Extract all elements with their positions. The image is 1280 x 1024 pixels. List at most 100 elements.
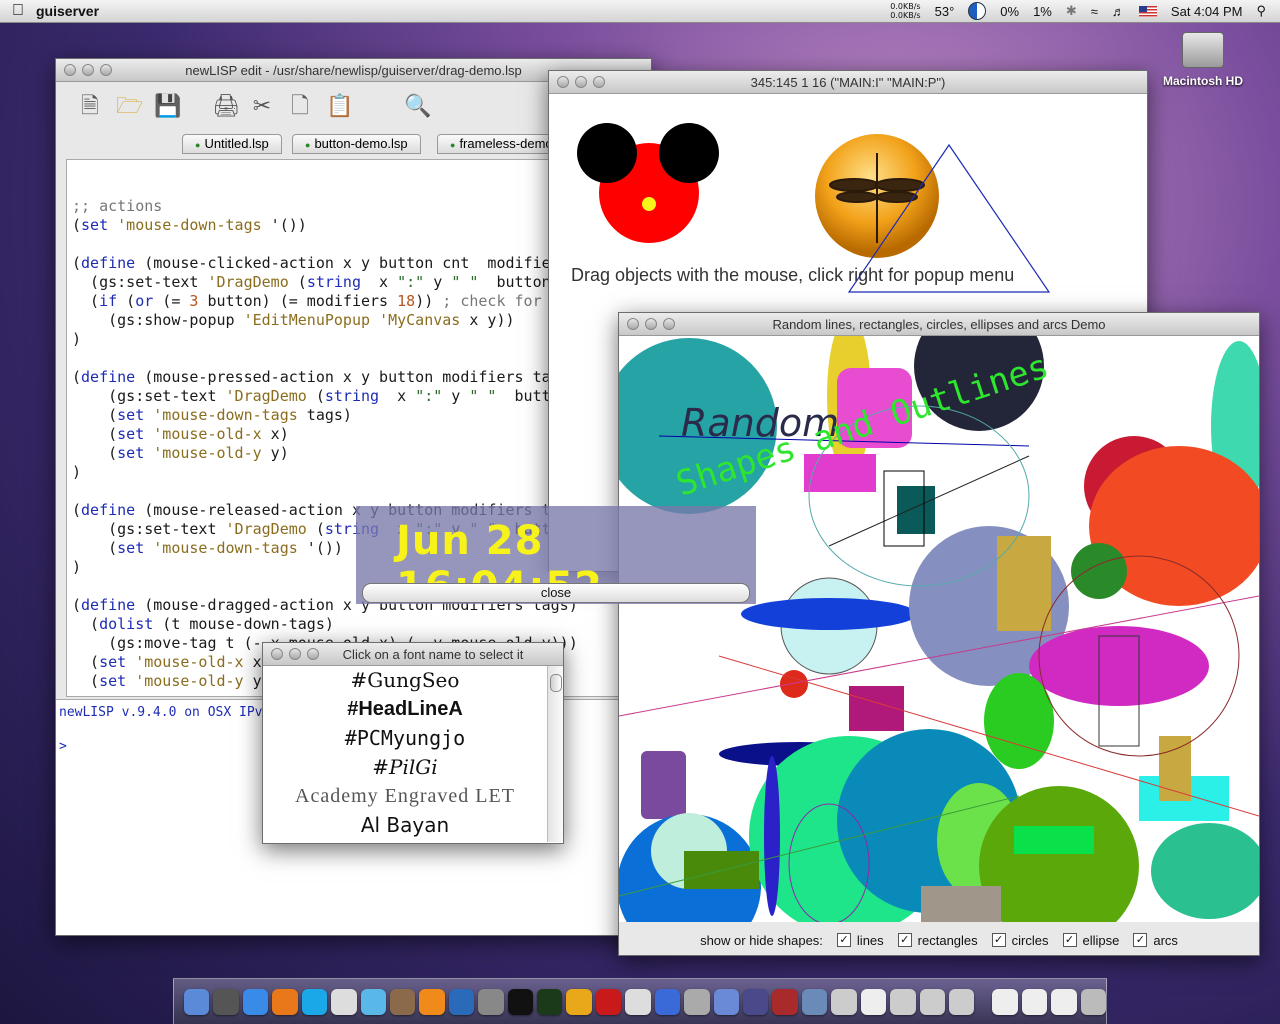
trash-icon[interactable] (1080, 988, 1107, 1015)
circles-label: circles (1011, 932, 1049, 948)
book-icon[interactable] (595, 988, 622, 1015)
minimize-icon[interactable] (289, 648, 301, 660)
safari-icon[interactable] (242, 988, 269, 1015)
font-list-item[interactable]: #GungSeo (263, 666, 547, 695)
apple-menu-icon[interactable]:  (0, 2, 36, 20)
tab-frameless-demo[interactable]: ● frameless-demo (437, 134, 566, 154)
app-icon[interactable] (743, 988, 769, 1015)
mouse-nose-shape[interactable] (642, 197, 656, 211)
downloads-stack-icon[interactable] (1021, 988, 1048, 1015)
save-icon[interactable]: 💾 (154, 92, 181, 120)
new-file-icon[interactable]: 🗎 (78, 92, 102, 120)
printer-icon-4[interactable] (948, 988, 975, 1015)
app-menu[interactable]: guiserver (36, 3, 99, 19)
tab-untitled[interactable]: ● Untitled.lsp (182, 134, 282, 154)
rectangles-label: rectangles (917, 932, 978, 948)
printer-icon-3[interactable] (919, 988, 945, 1015)
desktop-hd-icon[interactable]: Macintosh HD (1158, 32, 1248, 88)
arcs-checkbox[interactable]: ✓ (1133, 933, 1148, 947)
mouse-right-ear-shape[interactable] (659, 123, 719, 183)
font-list-item[interactable]: Academy Engraved LET (263, 782, 547, 811)
iphoto-icon[interactable] (389, 988, 416, 1015)
textedit-icon[interactable] (331, 988, 357, 1015)
minimize-icon[interactable] (575, 76, 587, 88)
font-chooser-titlebar[interactable]: Click on a font name to select it (263, 643, 563, 666)
zoom-icon[interactable] (100, 64, 112, 76)
menubar-clock[interactable]: Sat 4:04 PM (1171, 4, 1243, 19)
copy-icon[interactable]: 🗋 (288, 92, 312, 120)
tab-button-demo[interactable]: ● button-demo.lsp (292, 134, 421, 154)
itunes-icon[interactable] (360, 988, 386, 1015)
font-list[interactable]: #GungSeo #HeadLineA #PCMyungjo #PilGi Ac… (263, 666, 547, 842)
circles-checkbox[interactable]: ✓ (991, 933, 1006, 947)
x11-icon[interactable] (860, 988, 887, 1015)
zoom-icon[interactable] (663, 318, 675, 330)
spotlight-icon[interactable]: ⚲ (1256, 3, 1266, 19)
volume-icon[interactable]: ♬ (1112, 4, 1125, 19)
wifi-icon[interactable]: ≈ (1091, 4, 1098, 19)
close-icon[interactable] (64, 64, 76, 76)
ellipse-checkbox[interactable]: ✓ (1062, 933, 1077, 947)
dictionary-icon[interactable] (772, 988, 798, 1015)
shapes-canvas[interactable]: Random Shapes and Outlines (619, 313, 1259, 955)
font-list-item[interactable]: #PCMyungjo (263, 724, 547, 753)
mouse-left-ear-shape[interactable] (577, 123, 637, 183)
show-hide-label: show or hide shapes: (700, 932, 823, 948)
font-list-scrollbar[interactable] (547, 666, 563, 842)
find-icon[interactable]: 🔍 (404, 92, 431, 120)
font-list-item[interactable]: Al Bayan (263, 811, 547, 840)
dock (173, 978, 1107, 1024)
time-machine-icon[interactable] (968, 2, 987, 20)
newlisp-icon[interactable] (566, 988, 592, 1015)
print-icon[interactable]: 🖨 (212, 92, 240, 120)
open-folder-icon[interactable]: 🗁 (116, 92, 143, 120)
bluetooth-icon[interactable]: ✱ (1066, 3, 1077, 19)
zoom-icon[interactable] (593, 76, 605, 88)
lines-label: lines (856, 932, 884, 948)
preview-icon[interactable] (684, 988, 710, 1015)
documents-stack-icon[interactable] (992, 988, 1018, 1015)
ellipse-label: ellipse (1082, 932, 1120, 948)
font-list-item[interactable]: #PilGi (263, 753, 547, 782)
input-flag-icon[interactable] (1138, 5, 1157, 17)
close-button[interactable]: close (362, 583, 750, 603)
terminal-icon[interactable] (507, 988, 534, 1015)
printer-icon[interactable] (831, 988, 857, 1015)
skype-icon[interactable] (301, 988, 328, 1015)
hd-label: Macintosh HD (1162, 74, 1243, 88)
close-icon[interactable] (627, 318, 639, 330)
vlc-icon[interactable] (419, 988, 445, 1015)
paste-icon[interactable]: 📋 (326, 92, 353, 120)
activity-monitor-icon[interactable] (537, 988, 563, 1015)
dvd-player-icon[interactable] (448, 988, 475, 1015)
rectangles-checkbox[interactable]: ✓ (897, 933, 912, 947)
lines-checkbox[interactable]: ✓ (836, 933, 851, 947)
drag-instructions: Drag objects with the mouse, click right… (571, 265, 1015, 285)
virtualbox-icon[interactable] (801, 988, 828, 1015)
firefox-icon[interactable] (272, 988, 298, 1015)
random-shapes-svg: Random Shapes and Outlines (619, 313, 1259, 955)
close-icon[interactable] (271, 648, 283, 660)
system-preferences-icon[interactable] (478, 988, 504, 1015)
cpu-readout-2: 1% (1033, 3, 1052, 19)
close-icon[interactable] (557, 76, 569, 88)
finder-icon[interactable] (184, 988, 210, 1015)
pictures-stack-icon[interactable] (1051, 988, 1077, 1015)
temperature-readout: 53° (934, 3, 955, 19)
shape-toggle-row: show or hide shapes: ✓ lines ✓ rectangles … (619, 925, 1259, 955)
minimize-icon[interactable] (82, 64, 94, 76)
network-status: 0.0KB/s 0.0KB/s (890, 2, 921, 20)
network-icon[interactable] (713, 988, 740, 1015)
shapes-demo-titlebar[interactable]: Random lines, rectangles, circles, ellip… (619, 313, 1259, 336)
minimize-icon[interactable] (645, 318, 657, 330)
drag-demo-titlebar[interactable]: 345:145 1 16 ("MAIN:I" "MAIN:P") (549, 71, 1147, 94)
printer-icon-2[interactable] (890, 988, 916, 1015)
font-list-item[interactable]: #HeadLineA (263, 695, 547, 724)
mail-icon[interactable] (654, 988, 681, 1015)
scroll-thumb[interactable] (550, 674, 562, 692)
cut-icon[interactable]: ✂ (250, 92, 274, 120)
document-icon[interactable] (625, 988, 651, 1015)
zoom-icon[interactable] (307, 648, 319, 660)
dashboard-icon[interactable] (213, 988, 239, 1015)
menu-bar:  guiserver 0.0KB/s0.0KB/s 53° 0% 1% ✱ ≈… (0, 0, 1280, 23)
